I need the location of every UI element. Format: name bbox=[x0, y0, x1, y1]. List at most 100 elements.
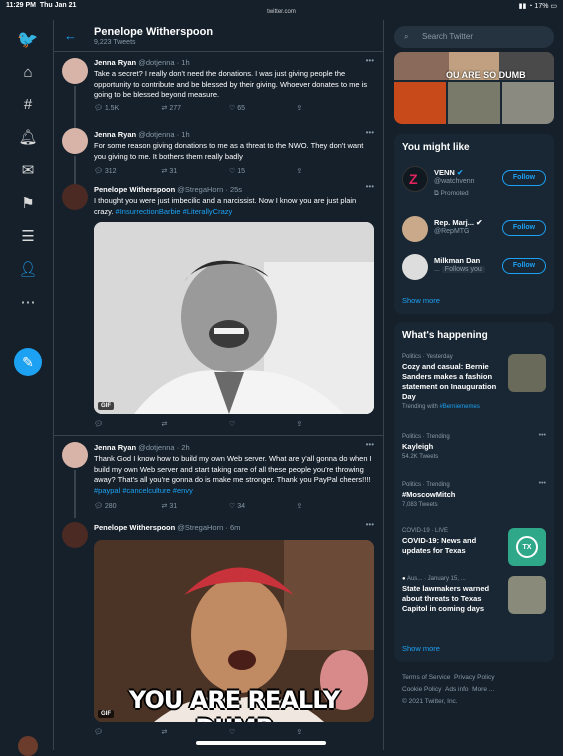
tweet-actions: 💬︎ 280 ⇄ 31 ♡ 34 ⇪ bbox=[94, 502, 364, 510]
avatar[interactable]: Z bbox=[402, 166, 428, 192]
trend-item[interactable]: Politics · Yesterday Cozy and casual: Be… bbox=[402, 354, 546, 424]
share-icon[interactable]: ⇪ bbox=[297, 167, 365, 175]
like-button[interactable]: ♡ 15 bbox=[229, 167, 297, 175]
share-icon[interactable]: ⇪ bbox=[297, 502, 365, 510]
lists-icon[interactable]: ☰ bbox=[18, 226, 38, 246]
promoted-label: ⧉ Promoted bbox=[434, 190, 469, 197]
laughing-man-image bbox=[94, 222, 374, 414]
avatar[interactable] bbox=[62, 58, 88, 84]
tweet-meta: Penelope Witherspoon @StregaHorn · 6m bbox=[94, 523, 241, 532]
whats-happening: What's happening Politics · Yesterday Co… bbox=[394, 322, 554, 662]
follow-button[interactable]: Follow bbox=[502, 258, 546, 274]
media-thumbnails bbox=[394, 52, 554, 124]
cookie-link[interactable]: Cookie Policy bbox=[402, 686, 441, 693]
retweet-button[interactable]: ⇄ 277 bbox=[162, 104, 230, 112]
retweet-button[interactable]: ⇄ bbox=[162, 728, 230, 736]
meme-caption: YOU ARE REALLY DUMB bbox=[128, 686, 340, 722]
show-more-link[interactable]: Show more bbox=[402, 644, 440, 653]
share-icon[interactable]: ⇪ bbox=[297, 420, 365, 428]
more-link[interactable]: More ... bbox=[472, 686, 494, 693]
more-icon[interactable]: ⋯ bbox=[18, 292, 38, 312]
trend-sub: 54.2K Tweets bbox=[402, 454, 439, 460]
retweet-button[interactable]: ⇄ 31 bbox=[162, 167, 230, 175]
like-button[interactable]: ♡ bbox=[229, 728, 297, 736]
back-arrow-icon[interactable]: ← bbox=[64, 28, 77, 43]
tweet-actions: 💬︎ 1.5K ⇄ 277 ♡ 65 ⇪ bbox=[94, 104, 364, 112]
follow-suggestion[interactable]: Rep. Marj... ✔ @RepMTG Follow bbox=[402, 216, 546, 246]
follow-suggestion[interactable]: Milkman Dan ... Follows you Follow bbox=[402, 254, 546, 284]
share-icon[interactable]: ⇪ bbox=[297, 728, 365, 736]
avatar[interactable] bbox=[402, 216, 428, 242]
hashtag-link[interactable]: #Berniememes bbox=[439, 404, 479, 410]
messages-icon[interactable]: ✉ bbox=[18, 160, 38, 180]
battery-indicator: ▮▮ ◔ 17% ▭ bbox=[518, 3, 557, 10]
suggestion-handle: ... Follows you bbox=[434, 266, 485, 273]
media-banner[interactable]: OU ARE SO DUMB bbox=[394, 52, 554, 124]
more-icon[interactable]: ••• bbox=[366, 56, 374, 65]
tweet[interactable]: Penelope Witherspoon @StregaHorn · 25s •… bbox=[54, 178, 383, 436]
search-input[interactable]: ⌕ Search Twitter bbox=[394, 26, 554, 48]
tweet[interactable]: Penelope Witherspoon @StregaHorn · 6m ••… bbox=[54, 516, 383, 750]
twitter-logo-icon[interactable]: 🐦 bbox=[17, 30, 38, 50]
more-icon[interactable]: ••• bbox=[539, 480, 546, 487]
home-indicator bbox=[196, 741, 326, 745]
more-icon[interactable]: ••• bbox=[539, 432, 546, 439]
hashtag-icon[interactable]: # bbox=[18, 94, 38, 114]
reply-button[interactable]: 💬︎ 280 bbox=[94, 502, 162, 510]
notifications-icon[interactable]: 🔔︎ bbox=[18, 127, 38, 147]
avatar[interactable] bbox=[18, 736, 38, 756]
trend-item[interactable]: Politics · Trending #MoscowMitch 7,083 T… bbox=[402, 480, 546, 522]
reply-button[interactable]: 💬︎ bbox=[94, 728, 162, 736]
avatar[interactable] bbox=[62, 128, 88, 154]
tweet[interactable]: Jenna Ryan @dotjenna · 2h ••• Thank God … bbox=[54, 436, 383, 518]
gif-media[interactable]: GIF bbox=[94, 222, 374, 414]
retweet-button[interactable]: ⇄ 31 bbox=[162, 502, 230, 510]
like-button[interactable]: ♡ 34 bbox=[229, 502, 297, 510]
more-icon[interactable]: ••• bbox=[366, 182, 374, 191]
trend-item[interactable]: Politics · Trending Kayleigh 54.2K Tweet… bbox=[402, 432, 546, 474]
privacy-link[interactable]: Privacy Policy bbox=[454, 674, 494, 681]
hashtag-link[interactable]: #paypal #cancelculture #envy bbox=[94, 486, 193, 495]
retweet-button[interactable]: ⇄ bbox=[162, 420, 230, 428]
trend-item[interactable]: COVID-19 · LIVE COVID-19: News and updat… bbox=[402, 528, 546, 570]
search-icon: ⌕ bbox=[404, 32, 409, 41]
share-icon[interactable]: ⇪ bbox=[297, 104, 365, 112]
like-button[interactable]: ♡ 65 bbox=[229, 104, 297, 112]
more-icon[interactable]: ••• bbox=[366, 520, 374, 529]
gif-media[interactable]: YOU ARE REALLY DUMB GIF bbox=[94, 540, 374, 722]
follow-button[interactable]: Follow bbox=[502, 170, 546, 186]
reply-button[interactable]: 💬︎ bbox=[94, 420, 162, 428]
bookmarks-icon[interactable]: ⚑ bbox=[18, 193, 38, 213]
more-icon[interactable]: ••• bbox=[366, 440, 374, 449]
source-icon: ● bbox=[402, 576, 406, 582]
tweet-actions: 💬︎ 312 ⇄ 31 ♡ 15 ⇪ bbox=[94, 167, 364, 175]
hashtag-link[interactable]: #InsurrectionBarbie #LiterallyCrazy bbox=[116, 207, 233, 216]
profile-icon[interactable]: 👤︎ bbox=[18, 259, 38, 279]
like-button[interactable]: ♡ bbox=[229, 420, 297, 428]
trend-headline: #MoscowMitch bbox=[402, 490, 456, 499]
avatar[interactable] bbox=[62, 184, 88, 210]
tweet-text: Take a secret? I really don't need the d… bbox=[94, 69, 368, 99]
more-icon[interactable]: ••• bbox=[366, 128, 374, 137]
reply-button[interactable]: 💬︎ 1.5K bbox=[94, 104, 162, 112]
trend-item[interactable]: ● Aus... · January 15, ... State lawmake… bbox=[402, 576, 546, 632]
trend-headline: State lawmakers warned about threats to … bbox=[402, 584, 490, 613]
ads-info-link[interactable]: Ads info bbox=[445, 686, 469, 693]
compose-icon[interactable]: ✎ bbox=[14, 348, 42, 376]
tweet-actions: 💬︎ ⇄ ♡ ⇪ bbox=[94, 728, 364, 736]
trend-headline: Kayleigh bbox=[402, 442, 434, 451]
follow-button[interactable]: Follow bbox=[502, 220, 546, 236]
left-nav: 🐦 ⌂ # 🔔︎ ✉ ⚑ ☰ 👤︎ ⋯ ✎ bbox=[0, 20, 54, 756]
terms-link[interactable]: Terms of Service bbox=[402, 674, 450, 681]
tweet-count: 9,223 Tweets bbox=[94, 39, 136, 46]
show-more-link[interactable]: Show more bbox=[402, 296, 440, 305]
follow-suggestion[interactable]: Z VENN ✔ @watchvenn Follow ⧉ Promoted bbox=[402, 166, 546, 197]
avatar[interactable] bbox=[62, 442, 88, 468]
avatar[interactable] bbox=[62, 522, 88, 548]
reply-button[interactable]: 💬︎ 312 bbox=[94, 167, 162, 175]
explore-icon[interactable]: ⌂ bbox=[18, 62, 38, 82]
avatar[interactable] bbox=[402, 254, 428, 280]
search-placeholder: Search Twitter bbox=[422, 32, 473, 41]
trend-category: Politics · Trending bbox=[402, 434, 450, 440]
url-label: twitter.com bbox=[267, 9, 296, 15]
